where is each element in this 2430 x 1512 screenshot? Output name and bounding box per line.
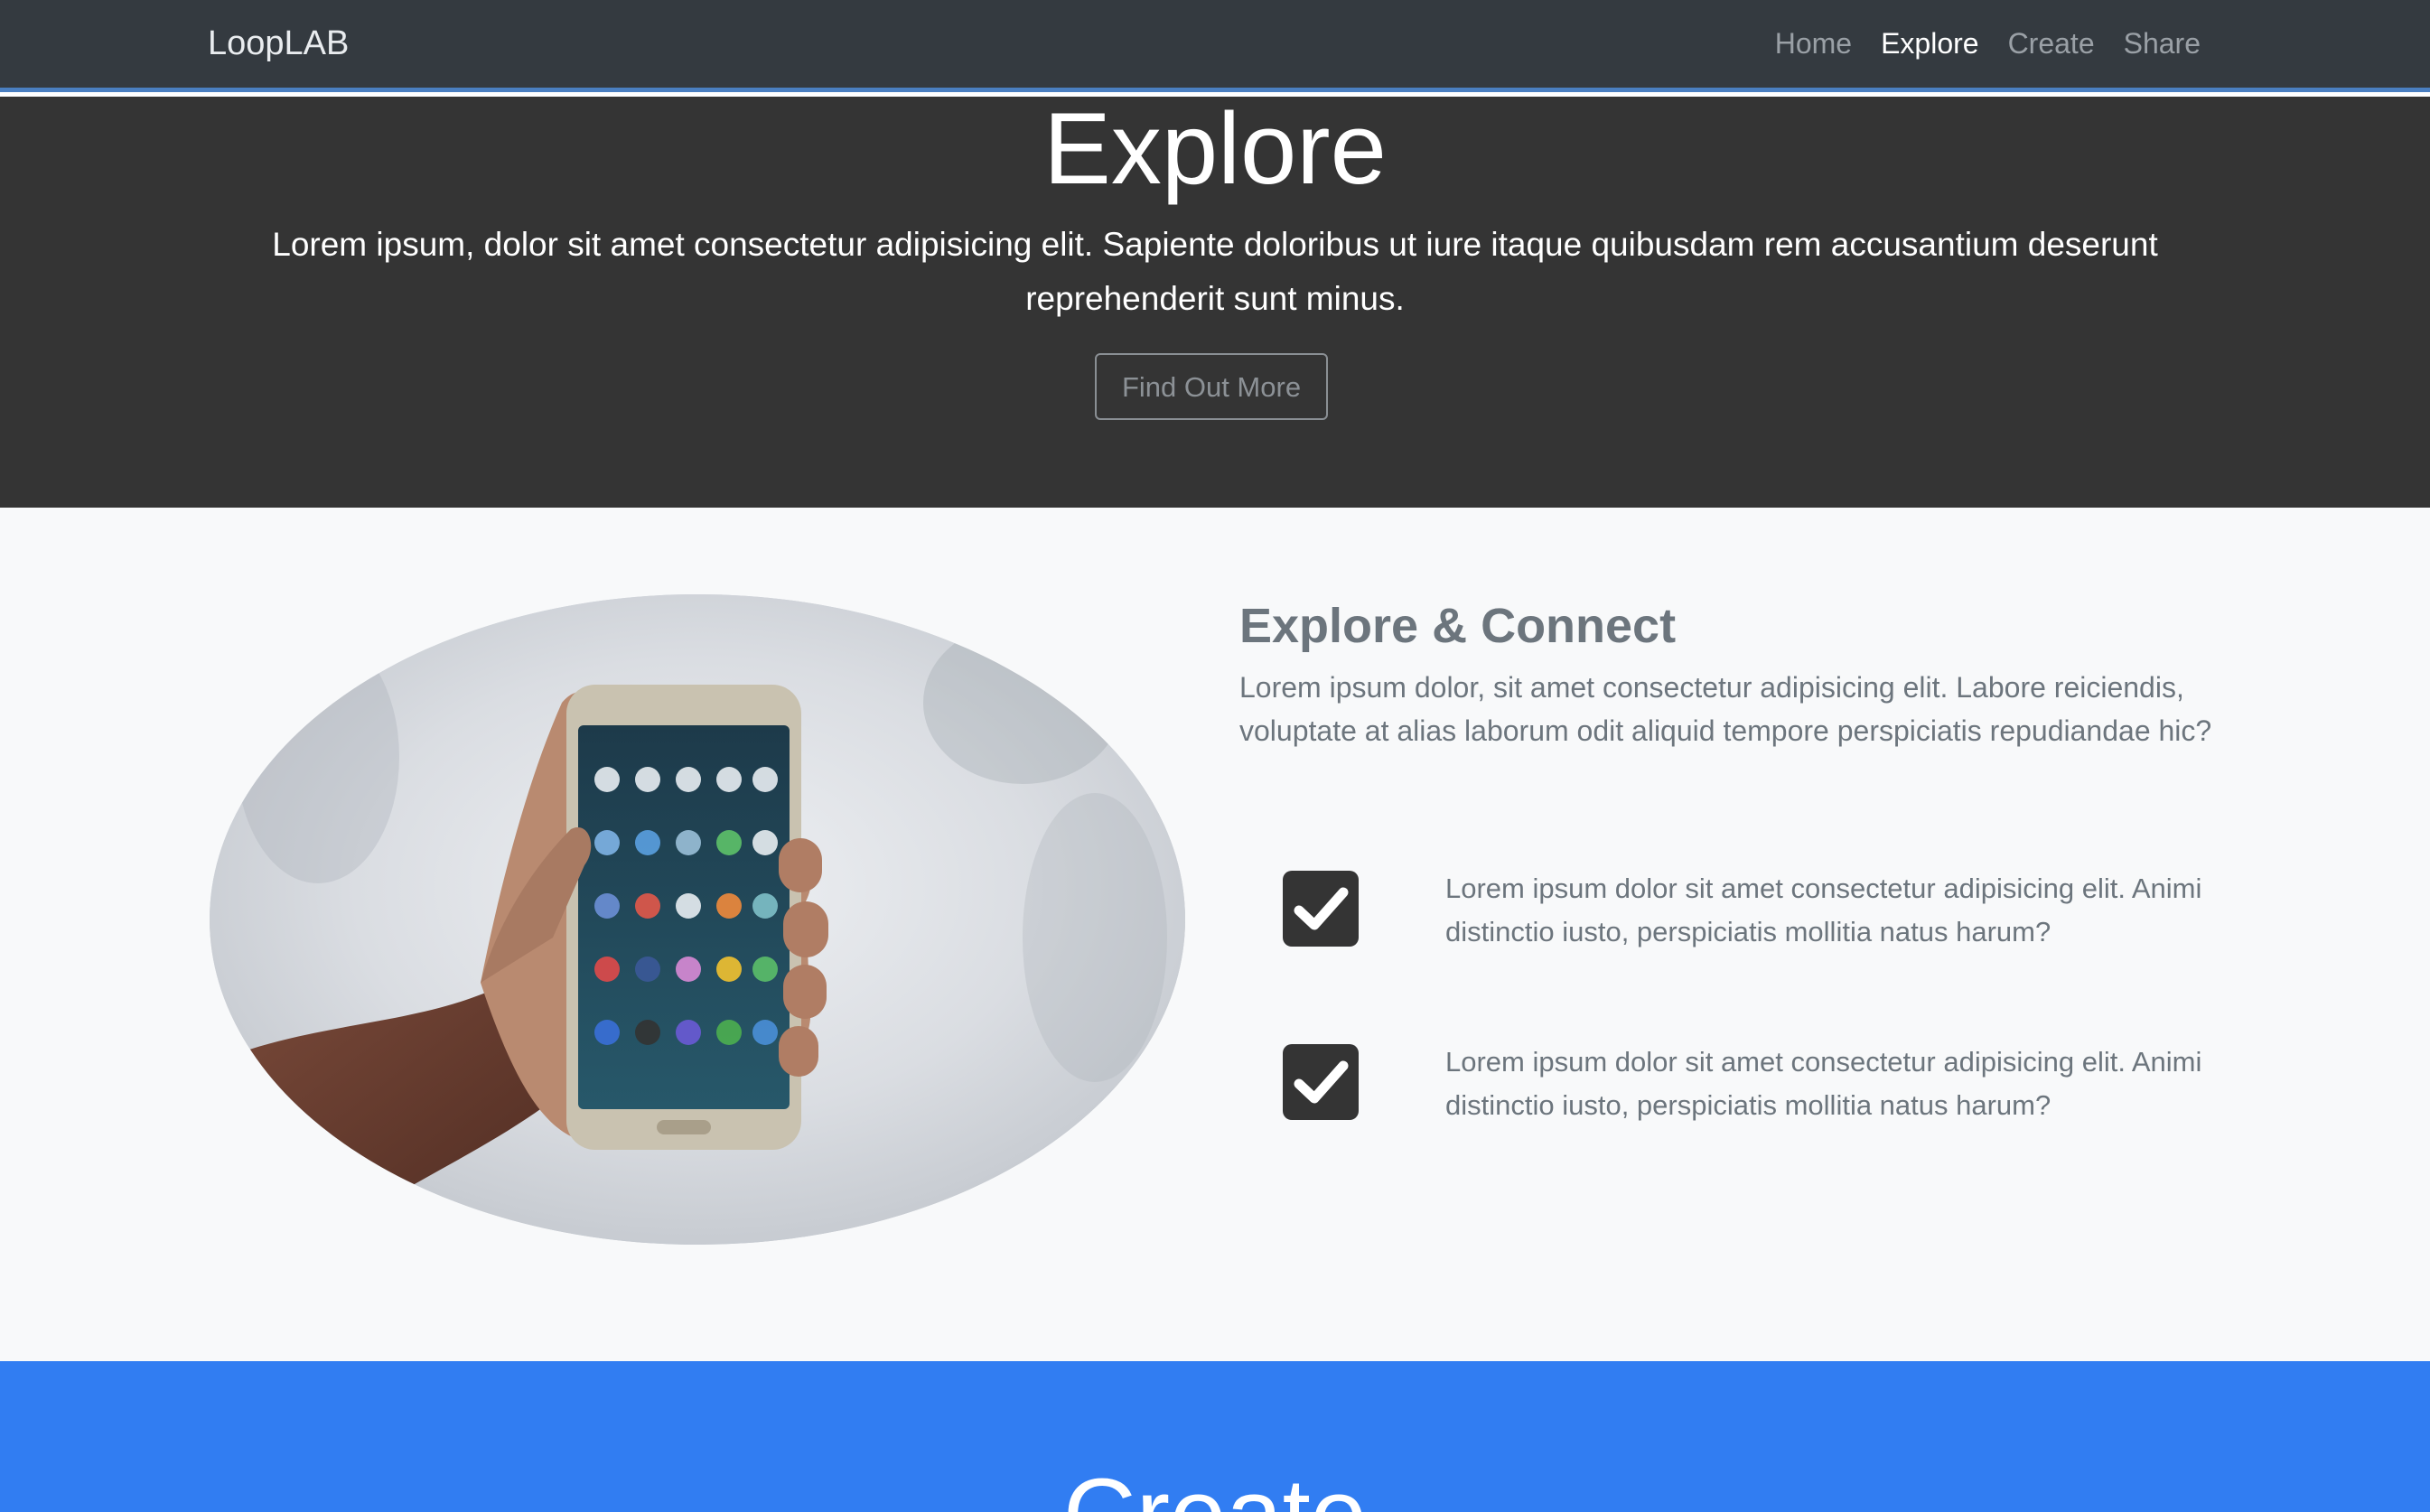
navbar: LoopLAB Home Explore Create Share <box>0 0 2430 92</box>
create-section: Create <box>0 1361 2430 1512</box>
feature-item: Lorem ipsum dolor sit amet consectetur a… <box>1283 869 2258 956</box>
hero-text: Lorem ipsum, dolor sit amet consectetur … <box>272 226 2158 317</box>
feature-text: Lorem ipsum dolor sit amet consectetur a… <box>1445 873 2202 947</box>
phone-illustration <box>210 594 1185 1245</box>
hand-holding-phone-image <box>210 594 1185 1245</box>
nav-link-share[interactable]: Share <box>2124 18 2201 69</box>
nav-links: Home Explore Create Share <box>1746 18 2201 69</box>
nav-link-explore[interactable]: Explore <box>1881 18 1979 69</box>
section-title: Explore & Connect <box>1239 599 1677 653</box>
create-title: Create <box>0 1451 2430 1512</box>
check-square-icon <box>1283 871 1359 947</box>
feature-text: Lorem ipsum dolor sit amet consectetur a… <box>1445 1046 2202 1121</box>
explore-section: Explore & Connect Lorem ipsum dolor, sit… <box>0 508 2430 1361</box>
nav-link-home[interactable]: Home <box>1775 18 1852 69</box>
hero-section: Explore Lorem ipsum, dolor sit amet cons… <box>0 92 2430 508</box>
brand-logo[interactable]: LoopLAB <box>208 18 349 69</box>
section-text: Lorem ipsum dolor, sit amet consectetur … <box>1239 671 2212 747</box>
check-square-icon <box>1283 1044 1359 1120</box>
feature-item: Lorem ipsum dolor sit amet consectetur a… <box>1283 1042 2258 1129</box>
nav-link-create[interactable]: Create <box>2008 18 2095 69</box>
find-out-more-button[interactable]: Find Out More <box>1095 353 1328 420</box>
hero-title: Explore <box>1043 92 1387 205</box>
